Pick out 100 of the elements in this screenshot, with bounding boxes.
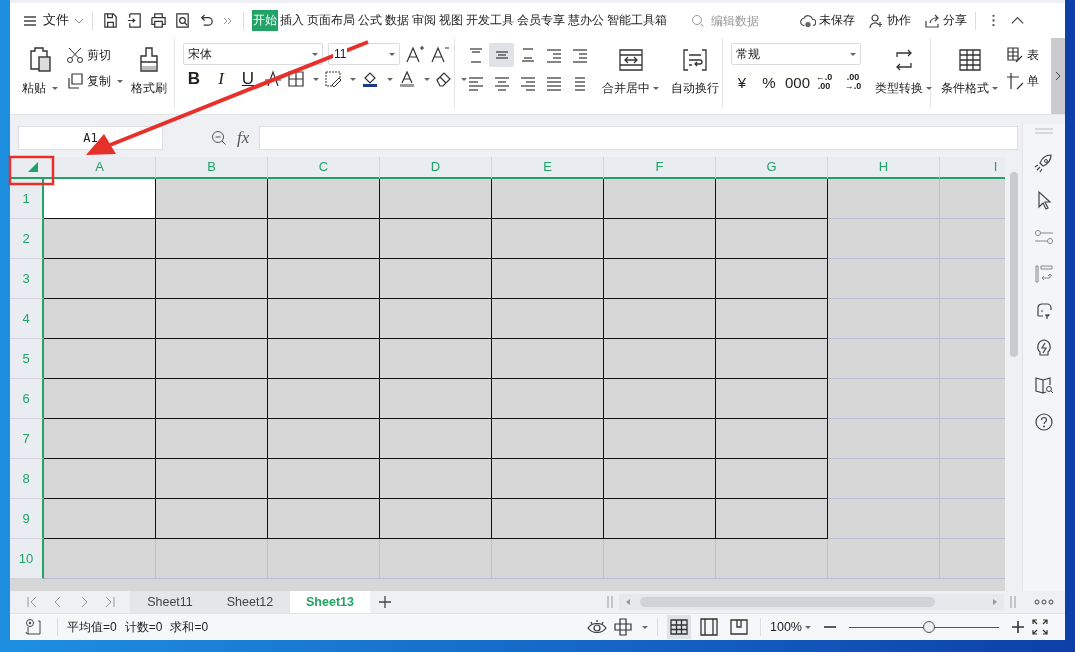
caret-icon[interactable] [461,77,467,81]
cell-format-button[interactable]: 单 [1006,72,1039,90]
grid-cell[interactable] [492,459,604,499]
grid-cell[interactable] [716,419,828,459]
add-sheet-icon[interactable] [378,595,392,609]
font-size-dropdown[interactable]: 11 [328,43,400,65]
more-icon[interactable] [1033,599,1054,605]
grid-cell[interactable] [44,459,156,499]
normal-view-icon[interactable] [667,615,691,639]
number-format-button[interactable]: ¥ [731,73,753,91]
help-icon[interactable] [1034,412,1054,432]
grid-cell[interactable] [156,419,268,459]
grid-cell[interactable] [604,459,716,499]
undo-icon[interactable] [198,12,215,29]
grid-cell[interactable] [268,339,380,379]
fullscreen-icon[interactable] [1031,618,1049,636]
grid-cell[interactable] [380,219,492,259]
grid-cell[interactable] [716,379,828,419]
grid-cell[interactable] [44,179,156,219]
alignment-button[interactable] [489,43,514,67]
share-button[interactable]: 分享 [924,12,967,29]
grid-cell[interactable] [380,419,492,459]
grid-cell[interactable] [268,219,380,259]
grid-cell[interactable] [492,299,604,339]
grid-cell[interactable] [44,219,156,259]
number-format-button[interactable]: % [758,73,780,91]
decimal-places-button[interactable]: .00 →.0 [841,73,865,91]
grid-cell[interactable] [380,299,492,339]
ribbon-tab[interactable]: 数据 [384,10,410,31]
grid-cell[interactable] [604,299,716,339]
grid-cell[interactable] [268,299,380,339]
cell-style-icon[interactable] [324,70,342,88]
grid-cell[interactable] [604,339,716,379]
sheet-tab[interactable]: Sheet12 [210,591,290,613]
ribbon-tab[interactable]: 审阅 [411,10,437,31]
grid-cell[interactable] [380,339,492,379]
font-color-icon[interactable] [398,70,416,88]
grid-cell[interactable] [380,459,492,499]
grid-cell[interactable] [156,219,268,259]
grid-cell[interactable] [156,259,268,299]
grid-cell[interactable] [268,459,380,499]
fill-color-icon[interactable] [361,70,379,88]
grid-cell[interactable] [44,259,156,299]
grid-cell[interactable] [268,379,380,419]
grid-cell[interactable] [380,259,492,299]
grid-cell[interactable] [604,419,716,459]
grid-cell[interactable] [380,379,492,419]
grid-cell[interactable] [604,499,716,539]
ribbon-tab[interactable]: 开发工具 [465,10,515,31]
sheet-tab[interactable]: Sheet11 [130,591,210,613]
font-style-button[interactable]: I [210,69,232,89]
number-format-dropdown[interactable]: 常规 [731,43,861,65]
grid-cell[interactable] [716,499,828,539]
unsaved-button[interactable]: 未保存 [800,12,855,29]
ribbon-tab[interactable]: 会员专享 [516,10,566,31]
font-family-dropdown[interactable]: 宋体 [183,43,323,65]
conditional-format-button[interactable]: 条件格式 [939,43,1000,99]
cut-button[interactable]: 剪切 [66,46,124,64]
copy-button[interactable]: 复制 [66,72,124,90]
grid-cell[interactable] [604,379,716,419]
ribbon-tab[interactable]: 页面布局 [306,10,356,31]
grid-cell[interactable] [716,179,828,219]
grid-cell[interactable] [492,419,604,459]
grid-cell[interactable] [156,339,268,379]
ribbon-tab[interactable]: 慧办公 [567,10,605,31]
grid-cell[interactable] [492,259,604,299]
formula-input[interactable] [259,126,1018,150]
merge-center-button[interactable]: 合并居中 [600,43,661,99]
grid-cell[interactable] [492,379,604,419]
grid-cell[interactable] [268,499,380,539]
zoom-in-icon[interactable] [1011,620,1025,634]
ribbon-tab[interactable]: 智能工具箱 [606,10,668,31]
grid-cell[interactable] [604,259,716,299]
grid-cell[interactable] [604,219,716,259]
lightning-icon[interactable] [1034,338,1054,358]
macro-icon[interactable] [24,618,42,636]
grid-cell[interactable] [380,179,492,219]
grid-cell[interactable] [268,259,380,299]
grid-cell[interactable] [268,179,380,219]
export-icon[interactable] [126,12,143,29]
caret-icon[interactable] [424,77,430,81]
save-icon[interactable] [102,12,119,29]
increase-font-size-icon[interactable] [405,44,425,64]
drag-handle-icon[interactable] [1034,126,1054,136]
eraser-icon[interactable] [435,70,453,88]
grid-cell[interactable] [492,179,604,219]
strikethrough-icon[interactable] [264,70,282,88]
decrease-font-size-icon[interactable] [430,44,450,64]
grid-cell[interactable] [716,259,828,299]
table-style-button[interactable]: 表 [1006,46,1039,64]
zoom-dropdown[interactable]: 100% [770,620,811,634]
grid-cell[interactable] [604,179,716,219]
paste-button[interactable]: 粘贴 [20,43,61,99]
insert-function-button[interactable]: fx [237,128,250,148]
page-break-view-icon[interactable] [697,615,721,639]
cloud-plant-icon[interactable] [1034,301,1054,321]
ribbon-tab[interactable]: 公式 [357,10,383,31]
grid-cell[interactable] [156,379,268,419]
grid-cell[interactable] [268,419,380,459]
collaborate-button[interactable]: 协作 [868,12,911,29]
